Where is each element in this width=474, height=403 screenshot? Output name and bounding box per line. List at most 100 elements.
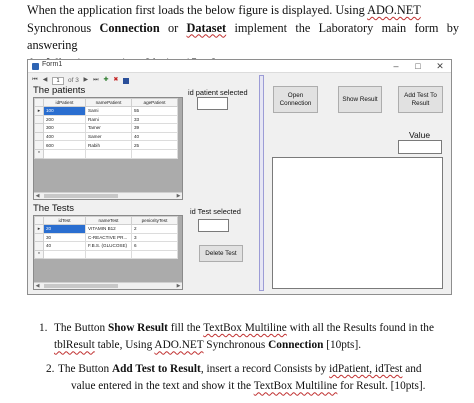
save-icon[interactable] [122,77,129,84]
table-cell[interactable]: F.B.S. (GLUCOSE) [85,241,132,251]
table-row[interactable]: 30 C-REACTIVE PR... 3 [34,232,178,243]
row-header [34,241,44,251]
column-header[interactable]: agePatient [131,98,178,107]
table-cell[interactable]: 600 [43,140,86,150]
scroll-thumb[interactable] [44,284,118,288]
table-cell[interactable]: Tamer [85,123,132,133]
patients-grid[interactable]: idPatient namePatient agePatient ▸ 100 Sam… [33,97,183,200]
current-row-indicator: ▸ [34,224,44,234]
table-cell[interactable]: 6 [131,241,178,251]
table-cell[interactable]: 55 [131,106,178,116]
column-header[interactable]: namePatient [85,98,132,107]
add-new-icon[interactable]: ✚ [103,77,109,84]
table-cell[interactable]: 100 [43,106,86,116]
column-header[interactable]: nameTest [85,216,132,225]
scroll-right-icon[interactable]: ▶ [175,193,182,199]
intro-connection: Connection [99,20,160,35]
row-header [34,232,44,243]
table-row[interactable]: 400 Samer 40 [34,131,178,142]
column-header[interactable]: idTest [43,216,86,225]
question-adonet: ADO.NET [154,339,204,352]
question-number: 2. [46,363,55,375]
question-text: The Button [58,363,112,375]
table-cell[interactable]: 2 [131,224,178,234]
column-header[interactable]: idPatient [43,98,86,107]
table-cell[interactable] [85,249,132,260]
id-test-textbox[interactable] [198,219,229,232]
table-cell[interactable]: 400 [43,131,86,142]
tests-grid[interactable]: idTest nameTest peniorityTest ▸ 20 VITAMIN… [33,215,183,290]
table-cell[interactable]: 40 [131,131,178,142]
count-label: of 3 [68,77,79,84]
question-text: , insert a record Consists by [200,363,330,375]
show-result-button[interactable]: Show Result [338,86,382,113]
table-cell[interactable]: Samer [85,131,132,142]
table-row[interactable]: ▸ 20 VITAMIN B12 2 [34,224,178,234]
new-row-marker: * [34,148,44,159]
move-last-icon[interactable]: ⏭ [93,77,99,84]
table-cell[interactable] [43,249,86,260]
table-cell[interactable] [85,148,132,159]
table-cell[interactable]: 30 [43,232,86,243]
move-previous-icon[interactable]: ◀ [42,77,48,84]
move-first-icon[interactable]: ⏮ [32,77,38,84]
table-cell[interactable]: 300 [43,123,86,133]
open-connection-button[interactable]: Open Connection [273,86,318,113]
question-text: and show it the [179,380,254,393]
scroll-thumb[interactable] [44,194,118,198]
column-header[interactable]: peniorityTest [131,216,178,225]
table-cell[interactable]: 39 [131,123,178,133]
position-input[interactable]: 1 [52,76,64,85]
intro-dataset: Dataset [186,20,227,35]
question-number: 1. [39,322,48,334]
table-cell[interactable] [43,148,86,159]
table-row[interactable]: 300 Tamer 39 [34,123,178,133]
scroll-right-icon[interactable]: ▶ [175,283,182,289]
table-cell[interactable]: C-REACTIVE PR... [85,232,132,243]
table-cell[interactable]: 3 [131,232,178,243]
delete-test-button[interactable]: Delete Test [199,245,243,262]
table-cell[interactable]: 40 [43,241,86,251]
new-row[interactable]: * [34,148,178,159]
question-text: The Button [54,322,108,334]
intro-text: or [159,20,187,35]
question-textbox-multiline: TextBox Multiline [203,322,287,334]
maximize-button[interactable]: □ [409,60,427,72]
question-text: [10pts]. [323,339,362,352]
table-cell[interactable]: 25 [131,140,178,150]
value-textbox[interactable] [398,140,442,154]
table-cell[interactable]: VITAMIN B12 [85,224,132,234]
table-row[interactable]: ▸ 100 Sami 55 [34,106,178,116]
tests-hscrollbar[interactable]: ◀ ▶ [34,282,182,289]
row-header [34,131,44,142]
table-cell[interactable]: Sami [85,106,132,116]
table-cell[interactable]: 33 [131,114,178,125]
delete-icon[interactable]: ✖ [113,77,119,84]
question-1-line-2: tblResult table, Using ADO.NET Synchrono… [27,337,459,354]
table-cell[interactable]: 20 [43,224,86,234]
table-cell[interactable]: Rabih [85,140,132,150]
new-row-marker: * [34,249,44,260]
id-patient-textbox[interactable] [197,97,228,110]
scroll-left-icon[interactable]: ◀ [34,283,41,289]
close-button[interactable]: ✕ [431,60,449,72]
new-row[interactable]: * [34,249,178,260]
result-multiline-textbox[interactable] [272,157,443,289]
intro-text: Synchronous [27,20,100,35]
table-row[interactable]: 40 F.B.S. (GLUCOSE) 6 [34,241,178,251]
patients-hscrollbar[interactable]: ◀ ▶ [34,192,182,199]
table-cell[interactable]: 200 [43,114,86,125]
minimize-button[interactable]: – [387,60,405,72]
move-next-icon[interactable]: ▶ [83,77,89,84]
table-cell[interactable]: Rami [85,114,132,125]
intro-text: When the application first loads the bel… [27,3,368,17]
question-bold: Add Test to Result [111,363,201,375]
table-cell[interactable] [131,148,178,159]
table-row[interactable]: 200 Rami 33 [34,114,178,125]
add-test-to-result-button[interactable]: Add Test To Result [398,86,443,113]
scroll-left-icon[interactable]: ◀ [34,193,41,199]
question-tblresult: tblResult [54,339,95,352]
splitter-bar[interactable] [259,75,264,291]
table-cell[interactable] [131,249,178,260]
table-row[interactable]: 600 Rabih 25 [34,140,178,150]
